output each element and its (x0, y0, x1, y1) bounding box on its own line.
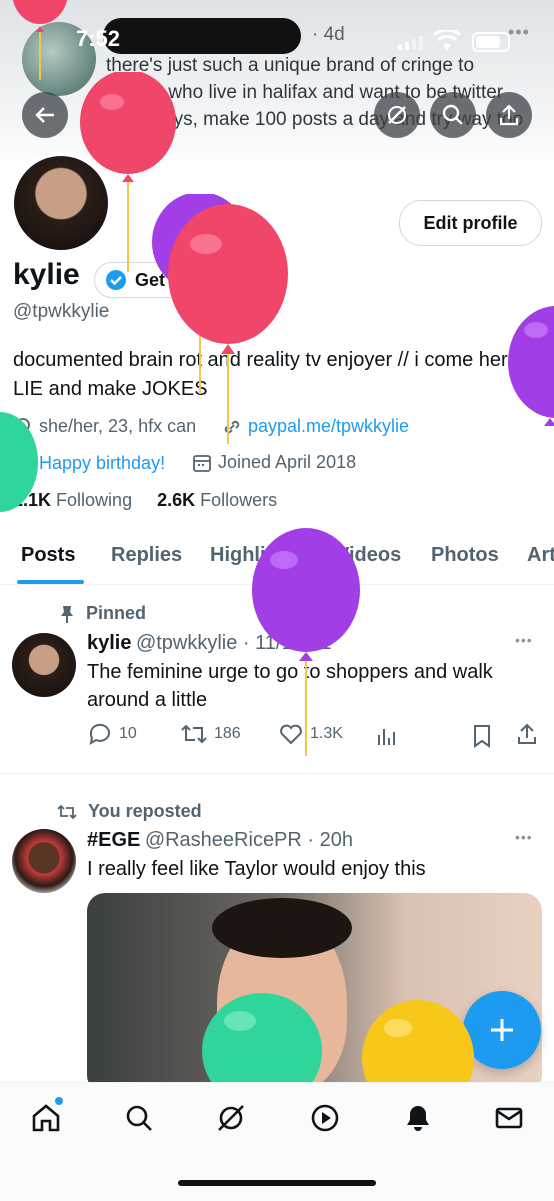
reply-icon (89, 723, 110, 746)
search-icon (442, 104, 463, 125)
status-time: 7:52 (76, 26, 121, 51)
active-tab-indicator (17, 580, 84, 584)
balloon-decoration (12, 0, 68, 80)
repost-name[interactable]: #EGE (87, 829, 140, 851)
search-icon (126, 1105, 152, 1131)
balloon-decoration (202, 993, 322, 1093)
birthday-text[interactable]: Happy birthday! (39, 453, 165, 474)
profile-handle: @tpwkkylie (13, 301, 110, 322)
share-icon (499, 104, 519, 126)
dynamic-island (103, 18, 301, 54)
pinned-post-avatar[interactable] (12, 633, 76, 697)
grok-button[interactable] (374, 92, 420, 138)
calendar-icon (193, 454, 211, 472)
video-hair (212, 898, 352, 958)
balloon-decoration (0, 412, 38, 512)
notification-dot (55, 1097, 63, 1105)
home-icon (32, 1104, 60, 1132)
balloon-decoration (508, 306, 554, 426)
repost-count: 186 (214, 725, 241, 742)
grok-icon (388, 106, 406, 124)
followers-link[interactable]: 2.6K Followers (157, 490, 277, 510)
edit-profile-button[interactable]: Edit profile (399, 200, 542, 246)
repost-separator: · (301, 829, 320, 851)
nav-search[interactable] (122, 1101, 156, 1135)
plus-icon (491, 1019, 513, 1041)
repost-icon (181, 724, 207, 744)
views-icon[interactable] (376, 724, 398, 746)
share-icon[interactable] (515, 722, 539, 746)
followers-count: 2.6K (157, 490, 196, 510)
pinned-post-more-icon[interactable]: ••• (515, 632, 533, 648)
followers-label: Followers (200, 490, 278, 510)
tab-replies[interactable]: Replies (111, 544, 182, 567)
nav-grok[interactable] (214, 1101, 248, 1135)
nav-messages[interactable] (492, 1101, 526, 1135)
repost-more-icon[interactable]: ••• (515, 829, 533, 845)
tab-posts[interactable]: Posts (21, 544, 75, 567)
nav-video[interactable] (308, 1101, 342, 1135)
repost-text: I really feel like Taylor would enjoy th… (87, 858, 426, 880)
tab-art[interactable]: Art (527, 544, 554, 567)
search-button[interactable] (430, 92, 476, 138)
header-tweet-time: · 4d (312, 24, 345, 45)
share-button[interactable] (486, 92, 532, 138)
verified-badge-icon (106, 270, 126, 290)
battery-icon (472, 32, 510, 52)
pinned-post-name[interactable]: kylie (87, 632, 131, 654)
joined-text: Joined April 2018 (218, 452, 357, 472)
bell-icon (407, 1106, 429, 1131)
repost-context: You reposted (56, 801, 202, 822)
pinned-label: Pinned (86, 603, 147, 623)
repost-avatar[interactable] (12, 829, 76, 893)
profile-name: kylie (13, 258, 80, 291)
tab-photos[interactable]: Photos (431, 544, 499, 567)
mail-icon (495, 1107, 523, 1129)
balloon-decoration (168, 204, 288, 444)
play-icon (311, 1104, 339, 1132)
back-arrow-icon (35, 107, 54, 123)
nav-notifications[interactable] (401, 1101, 435, 1135)
cellular-signal-icon (398, 36, 423, 50)
divider (0, 773, 554, 774)
following-label: Following (56, 490, 133, 510)
pinned-post-handle: @tpwkkylie (135, 632, 238, 654)
back-button[interactable] (22, 92, 68, 138)
repost-handle: @RasheeRicePR (144, 829, 302, 851)
home-indicator (178, 1180, 376, 1186)
pinned-context: Pinned (58, 603, 146, 624)
you-reposted-label: You reposted (88, 801, 202, 821)
repost-header: #EGE @RasheeRicePR · 20h (87, 829, 353, 852)
pin-icon (61, 605, 73, 623)
nav-home[interactable] (29, 1097, 63, 1135)
repost-time: 20h (319, 829, 353, 851)
more-icon: ••• (508, 22, 530, 42)
profile-joined: Joined April 2018 (192, 452, 356, 473)
reply-count: 10 (119, 725, 137, 742)
follow-stats: 2.1K Following 2.6K Followers (13, 490, 277, 511)
repost-icon (57, 804, 77, 819)
grok-icon (218, 1105, 244, 1131)
repost-button[interactable]: 186 (180, 722, 241, 746)
wifi-icon (432, 30, 462, 50)
reply-button[interactable]: 10 (87, 722, 137, 746)
bookmark-icon[interactable] (472, 724, 492, 748)
balloon-decoration (252, 528, 360, 756)
balloon-decoration (362, 1000, 474, 1093)
